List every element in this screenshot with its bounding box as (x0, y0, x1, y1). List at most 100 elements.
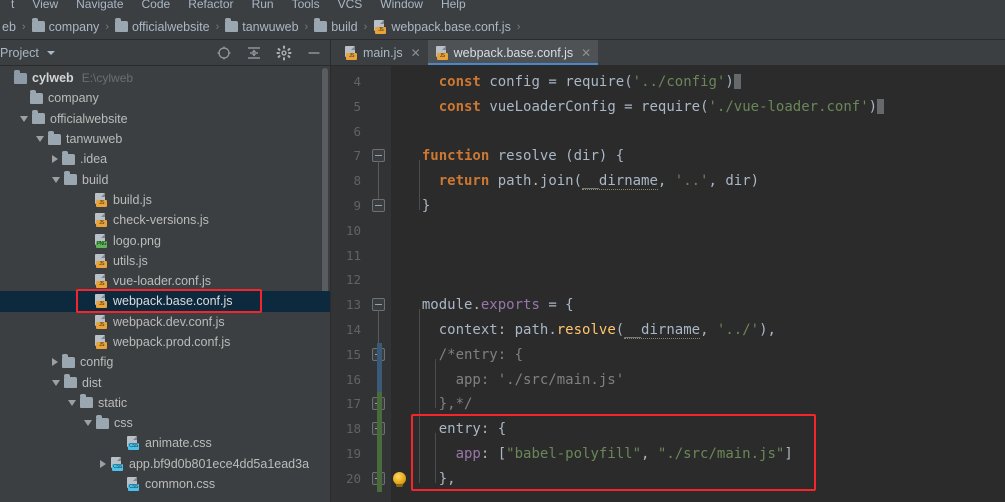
line-number: 11 (345, 247, 361, 263)
menu-item-help[interactable]: Help (432, 0, 475, 11)
text-caret (733, 74, 741, 89)
tree-arrow-placeholder (84, 260, 90, 261)
menu-item-file[interactable]: t (2, 0, 23, 11)
menu-item-vcs[interactable]: VCS (329, 0, 372, 11)
css-file-icon: CSS (110, 456, 124, 471)
close-icon[interactable]: ✕ (411, 46, 421, 60)
code-token: ) (750, 173, 760, 190)
fold-end-icon[interactable] (372, 199, 385, 212)
chevron-down-icon[interactable] (52, 379, 60, 386)
tree-row[interactable]: company (0, 88, 330, 108)
code-line[interactable]: } (391, 194, 1005, 219)
code-line[interactable]: app: ["babel-polyfill", "./src/main.js"] (391, 442, 1005, 467)
code-line[interactable]: function resolve (dir) { (391, 144, 1005, 169)
tree-row-label: vue-loader.conf.js (113, 274, 211, 289)
tree-row[interactable]: dist (0, 372, 330, 392)
code-line[interactable]: const config = require('../config') (391, 70, 1005, 95)
tree-row[interactable]: JS utils.js (0, 251, 330, 271)
code-line[interactable]: entry: { (391, 417, 1005, 442)
code-editor[interactable]: 4 5 6 7 8 9 10 11 12 13 14 15 16 17 18 19 20 const confi… (331, 66, 1005, 502)
breadcrumb-item-root[interactable]: eb (0, 20, 16, 34)
tree-row[interactable]: CSS animate.css (0, 433, 330, 453)
close-icon[interactable]: ✕ (581, 46, 591, 60)
locate-icon[interactable] (216, 45, 232, 61)
code-line[interactable]: }, (391, 467, 1005, 492)
code-token: : (497, 321, 515, 338)
tab-main-js[interactable]: JS main.js ✕ (337, 40, 428, 65)
folder-icon (64, 171, 77, 186)
tree-row[interactable]: officialwebsite (0, 109, 330, 129)
editor-code[interactable]: const config = require('../config') cons… (391, 66, 1005, 502)
code-token: = (615, 98, 642, 115)
tree-row[interactable]: .idea (0, 149, 330, 169)
tree-row[interactable]: css (0, 413, 330, 433)
tree-row[interactable]: JS webpack.prod.conf.js (0, 332, 330, 352)
menu-item-window[interactable]: Window (371, 0, 432, 11)
code-line[interactable]: app: './src/main.js' (391, 368, 1005, 393)
editor-gutter[interactable]: 4 5 6 7 8 9 10 11 12 13 14 15 16 17 18 19 20 (331, 66, 391, 502)
breadcrumb-item-build[interactable]: build (314, 18, 358, 34)
chevron-right-icon[interactable] (52, 155, 58, 164)
tree-arrow-placeholder (84, 321, 90, 322)
menu-item-view[interactable]: View (23, 0, 67, 11)
code-line[interactable]: context: path.resolve(__dirname, '../'), (391, 318, 1005, 343)
project-panel-title[interactable]: Project (0, 46, 39, 60)
tree-row[interactable]: static (0, 393, 330, 413)
collapse-all-icon[interactable] (246, 45, 262, 61)
chevron-down-icon[interactable] (52, 176, 60, 183)
gear-icon[interactable] (276, 45, 292, 61)
chevron-right-icon[interactable] (52, 358, 58, 367)
tree-row-label: build.js (113, 192, 152, 207)
chevron-down-icon[interactable] (84, 420, 92, 427)
code-line[interactable] (391, 219, 1005, 244)
code-line[interactable]: const vueLoaderConfig = require('./vue-l… (391, 95, 1005, 120)
tree-row[interactable]: JS webpack.dev.conf.js (0, 312, 330, 332)
menu-item-code[interactable]: Code (133, 0, 180, 11)
code-line[interactable]: /*entry: { (391, 343, 1005, 368)
minimize-icon[interactable] (306, 45, 322, 61)
menu-bar[interactable]: t View Navigate Code Refactor Run Tools … (0, 0, 1005, 14)
js-file-icon: JS (94, 335, 108, 349)
menu-item-navigate[interactable]: Navigate (67, 0, 132, 11)
code-line[interactable] (391, 244, 1005, 269)
breadcrumb-item-file[interactable]: JS webpack.base.conf.js (373, 19, 511, 34)
folder-icon (62, 353, 75, 368)
breadcrumb-item-officialwebsite[interactable]: officialwebsite (114, 18, 210, 34)
tree-row[interactable]: JS vue-loader.conf.js (0, 271, 330, 291)
chevron-down-icon[interactable] (68, 399, 76, 406)
fold-connector (378, 161, 379, 199)
menu-item-run[interactable]: Run (243, 0, 283, 11)
menu-item-refactor[interactable]: Refactor (179, 0, 242, 11)
tree-row[interactable]: JS build.js (0, 190, 330, 210)
tree-row[interactable]: CSS common.css (0, 474, 330, 494)
intention-bulb-icon[interactable] (393, 471, 406, 487)
tree-row[interactable]: JS check-versions.js (0, 210, 330, 230)
breadcrumb-item-tanwuweb[interactable]: tanwuweb (225, 18, 299, 34)
chevron-down-icon[interactable] (46, 50, 55, 55)
chevron-down-icon[interactable] (36, 136, 44, 143)
tree-row[interactable]: config (0, 352, 330, 372)
project-panel-header: Project (0, 40, 330, 66)
code-line[interactable]: return path.join(__dirname, '..', dir) (391, 169, 1005, 194)
code-token: exports (480, 297, 540, 314)
breadcrumb-separator: › (105, 20, 109, 33)
menu-item-tools[interactable]: Tools (283, 0, 329, 11)
chevron-down-icon[interactable] (20, 115, 28, 122)
chevron-right-icon[interactable] (100, 459, 106, 468)
tree-row[interactable]: CSS app.bf9d0b801ece4dd5a1ead3a (0, 454, 330, 474)
project-tree[interactable]: cylweb E:\cylweb company officialwebsite tan… (0, 66, 330, 502)
code-line[interactable] (391, 120, 1005, 145)
code-line[interactable] (391, 268, 1005, 293)
tree-row[interactable]: build (0, 169, 330, 189)
tree-row[interactable]: tanwuweb (0, 129, 330, 149)
code-token: /*entry: { (405, 346, 524, 363)
tree-row[interactable]: cylweb E:\cylweb (0, 68, 330, 88)
line-number: 19 (345, 445, 361, 461)
line-number: 16 (345, 371, 361, 387)
tree-row-selected[interactable]: JS webpack.base.conf.js (0, 291, 330, 312)
tree-row[interactable]: PNG logo.png (0, 230, 330, 250)
tab-webpack-base-conf-js[interactable]: JS webpack.base.conf.js ✕ (427, 40, 599, 65)
code-line[interactable]: module.exports = { (391, 293, 1005, 318)
breadcrumb-item-company[interactable]: company (31, 18, 99, 34)
code-line[interactable]: },*/ (391, 392, 1005, 417)
